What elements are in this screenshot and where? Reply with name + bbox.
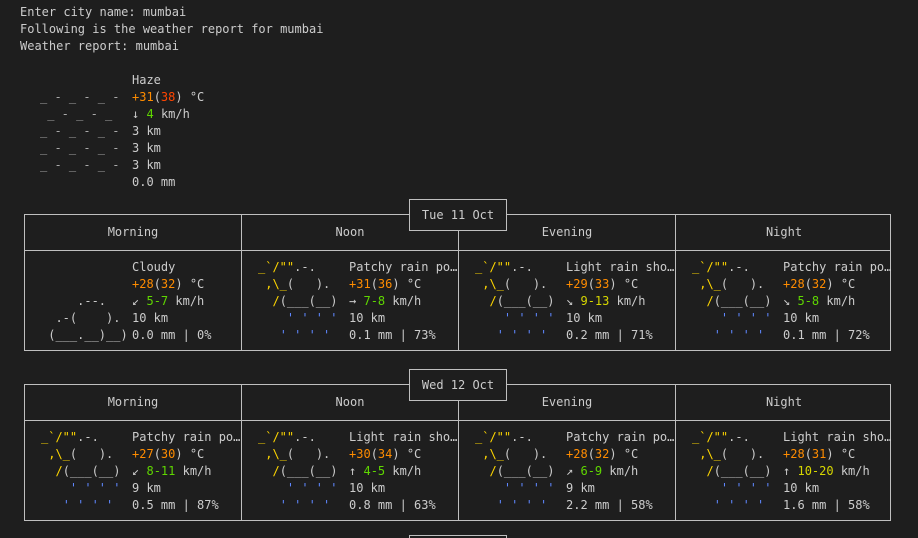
current-precip: 0.0 mm <box>132 175 176 189</box>
prompt-line: Enter city name: mumbai <box>20 5 187 19</box>
period-morning: Morning <box>107 395 159 409</box>
cell-info: Patchy rain po… +28(32) °C ↘ 5-8 km/h 10… <box>783 260 892 342</box>
date-label: Wed 12 Oct <box>409 369 507 401</box>
current-extra2: 3 km <box>132 158 161 172</box>
cell-info: Patchy rain po… +27(30) °C ↙ 8-11 km/h 9… <box>132 430 241 512</box>
rain-shower-icon: _`/"".-. ,\_( ). /(___(__) ' ' ' ' ' ' '… <box>258 260 338 342</box>
rain-shower-icon: _`/"".-. ,\_( ). /(___(__) ' ' ' ' ' ' '… <box>475 260 555 342</box>
cloud-icon: .--. .-( ). (___.__)__) <box>48 294 128 342</box>
cell-info: Light rain sho… +29(33) °C ↘ 9-13 km/h 1… <box>566 260 675 342</box>
cell-info: Patchy rain po… +31(36) °C → 7-8 km/h 10… <box>349 260 458 342</box>
day-forecast-table: Morning Noon Evening Night .--. .-( ). (… <box>24 214 891 351</box>
current-extra1: 3 km <box>132 141 161 155</box>
current-condition: Haze <box>132 73 161 87</box>
period-morning: Morning <box>107 225 159 239</box>
rain-shower-icon: _`/"".-. ,\_( ). /(___(__) ' ' ' ' ' ' '… <box>692 430 772 512</box>
following-line: Following is the weather report for mumb… <box>20 22 324 36</box>
period-night: Night <box>765 395 803 409</box>
rain-shower-icon: _`/"".-. ,\_( ). /(___(__) ' ' ' ' ' ' '… <box>692 260 772 342</box>
cell-info: Light rain sho… +28(31) °C ↑ 10-20 km/h … <box>783 430 892 512</box>
day-forecast-table: Morning Noon Evening Night _`/"".-. ,\_(… <box>24 384 891 521</box>
rain-shower-icon: _`/"".-. ,\_( ). /(___(__) ' ' ' ' ' ' '… <box>258 430 338 512</box>
rain-shower-icon: _`/"".-. ,\_( ). /(___(__) ' ' ' ' ' ' '… <box>41 430 121 512</box>
cell-info: Patchy rain po… +28(32) °C ↗ 6-9 km/h 9 … <box>566 430 675 512</box>
rain-shower-icon: _`/"".-. ,\_( ). /(___(__) ' ' ' ' ' ' '… <box>475 430 555 512</box>
current-wind: ↓ 4 km/h <box>132 107 190 121</box>
date-label: Tue 11 Oct <box>409 199 507 231</box>
current-temp: +31(38) °C <box>132 90 205 104</box>
report-line: Weather report: mumbai <box>20 39 179 53</box>
haze-icon: _ - _ - _ - _ - _ - _ _ - _ - _ - _ - _ … <box>40 90 120 172</box>
cell-info: Cloudy +28(32) °C ↙ 5-7 km/h 10 km 0.0 m… <box>132 260 212 342</box>
period-night: Night <box>765 225 803 239</box>
current-visibility: 3 km <box>132 124 161 138</box>
cell-info: Light rain sho… +30(34) °C ↑ 4-5 km/h 10… <box>349 430 458 512</box>
